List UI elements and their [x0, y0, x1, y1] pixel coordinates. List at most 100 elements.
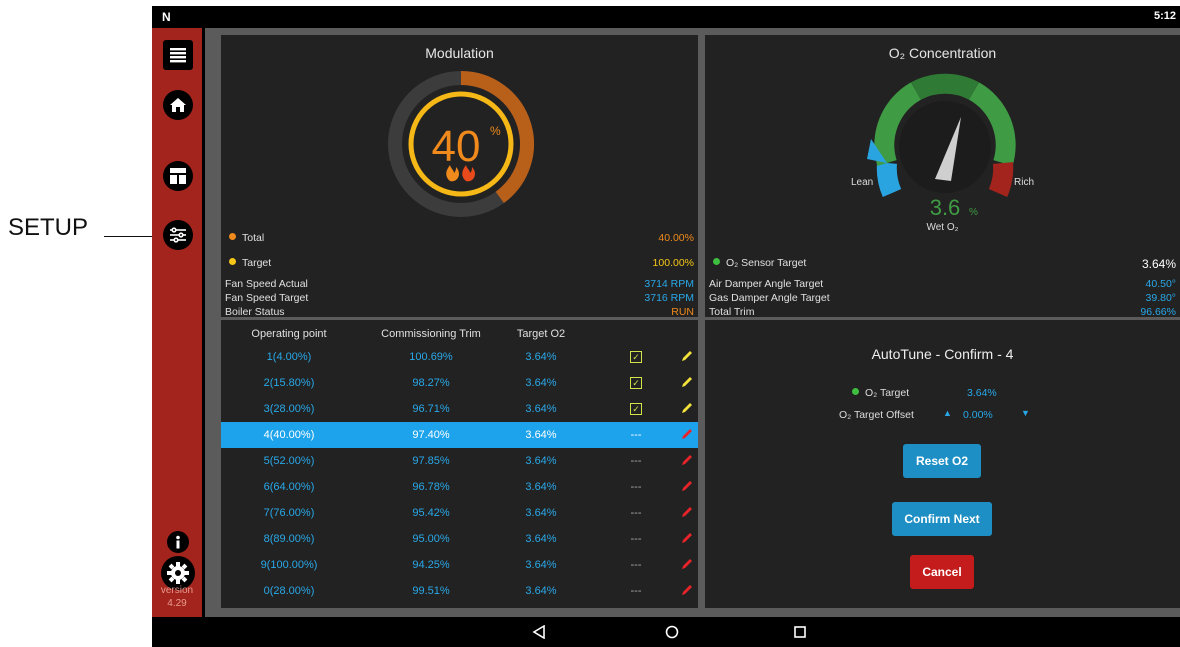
table-row[interactable]: 4(40.00%) 97.40% 3.64% --- — [221, 422, 698, 448]
offset-increase-icon[interactable]: ▲ — [943, 408, 952, 418]
table-row[interactable]: 2(15.80%) 98.27% 3.64% ✓ — [221, 370, 698, 396]
fan-speed-actual-label: Fan Speed Actual — [225, 278, 308, 290]
air-damper-label: Air Damper Angle Target — [709, 278, 824, 290]
status-cell: --- — [630, 559, 642, 571]
setup-sliders-icon[interactable] — [163, 220, 193, 250]
commissioning-trim-cell: 96.71% — [412, 403, 450, 415]
operating-point-cell: 9(100.00%) — [260, 559, 318, 571]
commissioning-trim-cell: 100.69% — [409, 351, 453, 363]
fan-speed-actual-value: 3714 RPM — [644, 278, 694, 290]
edit-pencil-icon[interactable] — [679, 557, 695, 574]
menu-icon[interactable] — [163, 40, 193, 70]
edit-pencil-icon[interactable] — [679, 531, 695, 548]
edit-pencil-icon[interactable] — [679, 349, 695, 366]
edit-pencil-icon[interactable] — [679, 427, 695, 444]
wet-o2-label: Wet O₂ — [926, 222, 959, 233]
target-o2-cell: 3.64% — [525, 559, 557, 571]
recents-icon[interactable] — [793, 625, 807, 639]
android-nav-bar — [152, 617, 1180, 647]
o2-target-offset-value: 0.00% — [963, 409, 993, 421]
modulation-gauge-unit: % — [490, 124, 501, 138]
o2-target-dot-icon — [852, 388, 859, 395]
table-row[interactable]: 3(28.00%) 96.71% 3.64% ✓ — [221, 396, 698, 422]
commissioning-trim-cell: 95.42% — [412, 507, 450, 519]
target-o2-cell: 3.64% — [525, 507, 557, 519]
o2-sensor-target-value: 3.64% — [1141, 257, 1176, 271]
table-row[interactable]: 5(52.00%) 97.85% 3.64% --- — [221, 448, 698, 474]
cancel-button[interactable]: Cancel — [910, 555, 974, 589]
total-label: Total — [242, 232, 265, 244]
target-o2-cell: 3.64% — [525, 481, 557, 493]
boiler-status-label: Boiler Status — [225, 306, 285, 318]
table-row[interactable]: 6(64.00%) 96.78% 3.64% --- — [221, 474, 698, 500]
sensor-target-dot-icon — [713, 258, 720, 265]
commissioning-trim-cell: 94.25% — [412, 559, 450, 571]
operating-point-cell: 6(64.00%) — [263, 481, 315, 493]
status-cell: --- — [630, 507, 642, 519]
edit-pencil-icon[interactable] — [679, 401, 695, 418]
target-o2-cell: 3.64% — [525, 585, 557, 597]
version-number: 4.29 — [167, 598, 187, 609]
edit-pencil-icon[interactable] — [679, 453, 695, 470]
edit-pencil-icon[interactable] — [679, 583, 695, 600]
o2-target-row: O₂ Target — [848, 387, 909, 399]
total-trim-value: 96.66% — [1140, 306, 1176, 318]
table-row[interactable]: 9(100.00%) 94.25% 3.64% --- — [221, 552, 698, 578]
target-o2-cell: 3.64% — [525, 429, 557, 441]
operating-point-cell: 8(89.00%) — [263, 533, 315, 545]
target-label: Target — [242, 257, 272, 269]
table-row[interactable]: 0(28.00%) 99.51% 3.64% --- — [221, 578, 698, 604]
version-info: version 4.29 — [152, 584, 202, 610]
o2-target-label: O₂ Target — [865, 387, 910, 399]
header-commissioning-trim: Commissioning Trim — [381, 328, 481, 340]
reset-o2-button[interactable]: Reset O2 — [903, 444, 981, 478]
edit-pencil-icon[interactable] — [679, 505, 695, 522]
o2-gauge-value: 3.6 — [930, 195, 961, 220]
tablet-screen: N 5:12 version 4.29 Modulation 40 % Tota… — [152, 6, 1180, 647]
home-nav-icon[interactable] — [665, 625, 679, 639]
edit-pencil-icon[interactable] — [679, 479, 695, 496]
dashboard-icon[interactable] — [163, 161, 193, 191]
o2-row-sensor-target: O₂ Sensor Target 3.64% — [709, 257, 1176, 273]
checked-icon: ✓ — [621, 403, 651, 415]
table-row[interactable]: 1(4.00%) 100.69% 3.64% ✓ — [221, 344, 698, 370]
target-o2-cell: 3.64% — [525, 533, 557, 545]
home-icon[interactable] — [163, 90, 193, 120]
status-cell: --- — [630, 481, 642, 493]
offset-decrease-icon[interactable]: ▼ — [1021, 408, 1030, 418]
fan-speed-target-value: 3716 RPM — [644, 292, 694, 304]
target-o2-cell: 3.64% — [525, 351, 557, 363]
setup-annotation-label: SETUP — [8, 214, 89, 241]
commissioning-trim-cell: 95.00% — [412, 533, 450, 545]
rich-label: Rich — [1014, 177, 1035, 188]
o2-target-offset-label: O₂ Target Offset — [839, 409, 914, 421]
target-value: 100.00% — [652, 257, 694, 269]
commissioning-trim-cell: 97.85% — [412, 455, 450, 467]
lean-label: Lean — [851, 177, 874, 188]
modulation-gauge-value: 40 — [432, 122, 481, 171]
info-icon[interactable] — [167, 531, 189, 553]
commissioning-trim-cell: 97.40% — [412, 429, 450, 441]
target-o2-cell: 3.64% — [525, 403, 557, 415]
o2-sensor-target-label: O₂ Sensor Target — [726, 257, 807, 269]
back-icon[interactable] — [532, 625, 546, 639]
sidebar: version 4.29 — [152, 28, 202, 617]
total-value: 40.00% — [658, 232, 694, 244]
target-o2-cell: 3.64% — [525, 455, 557, 467]
operating-point-cell: 3(28.00%) — [263, 403, 315, 415]
modulation-title: Modulation — [425, 45, 494, 61]
table-row[interactable]: 8(89.00%) 95.00% 3.64% --- — [221, 526, 698, 552]
operating-point-table: Operating point Commissioning Trim Targe… — [221, 320, 698, 608]
total-trim-label: Total Trim — [709, 306, 755, 318]
o2-title: O₂ Concentration — [888, 45, 997, 61]
autotune-title: AutoTune - Confirm - 4 — [871, 346, 1014, 362]
gas-damper-label: Gas Damper Angle Target — [709, 292, 830, 304]
table-row[interactable]: 7(76.00%) 95.42% 3.64% --- — [221, 500, 698, 526]
mod-row-total: Total 40.00% — [225, 232, 694, 248]
app-logo: N — [162, 10, 171, 24]
autotune-panel: AutoTune - Confirm - 4 O₂ Target 3.64% O… — [705, 320, 1180, 608]
status-cell: --- — [630, 455, 642, 467]
checked-icon: ✓ — [621, 377, 651, 389]
confirm-next-button[interactable]: Confirm Next — [892, 502, 992, 536]
edit-pencil-icon[interactable] — [679, 375, 695, 392]
